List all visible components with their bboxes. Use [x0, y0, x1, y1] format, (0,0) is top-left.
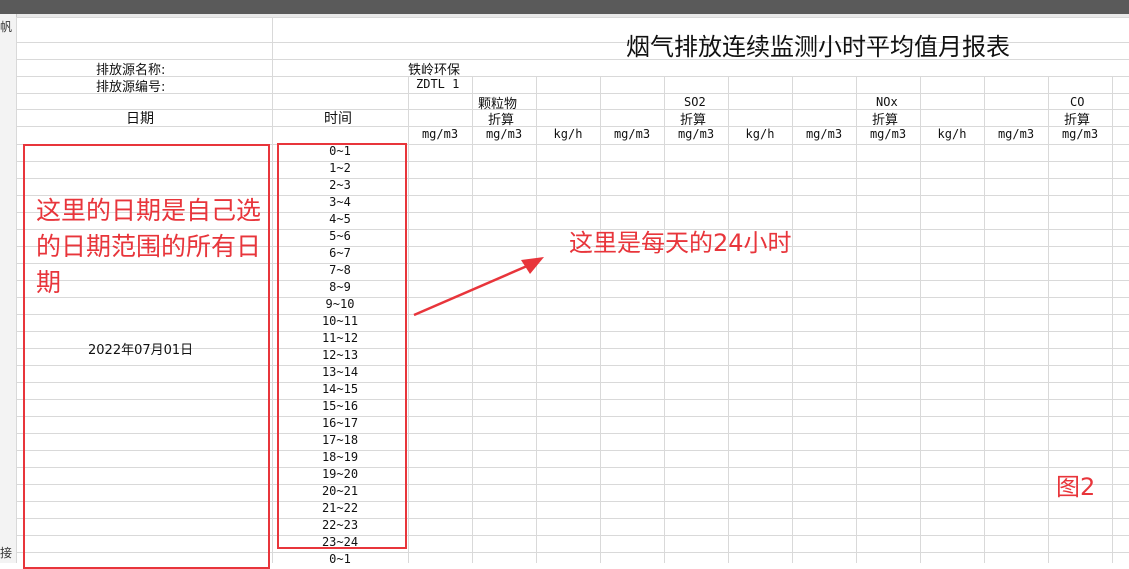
window-top-bar	[0, 0, 1129, 14]
spreadsheet-grid[interactable]: 烟气排放连续监测小时平均值月报表 排放源名称: 铁岭环保 排放源编号: ZDTL…	[16, 17, 1129, 569]
row-header-label-top: 帆	[0, 20, 13, 34]
annotation-arrow	[413, 257, 544, 317]
row-header-label-bottom: 接	[0, 546, 13, 560]
row-header-gutter[interactable]: 帆 接	[0, 14, 17, 563]
